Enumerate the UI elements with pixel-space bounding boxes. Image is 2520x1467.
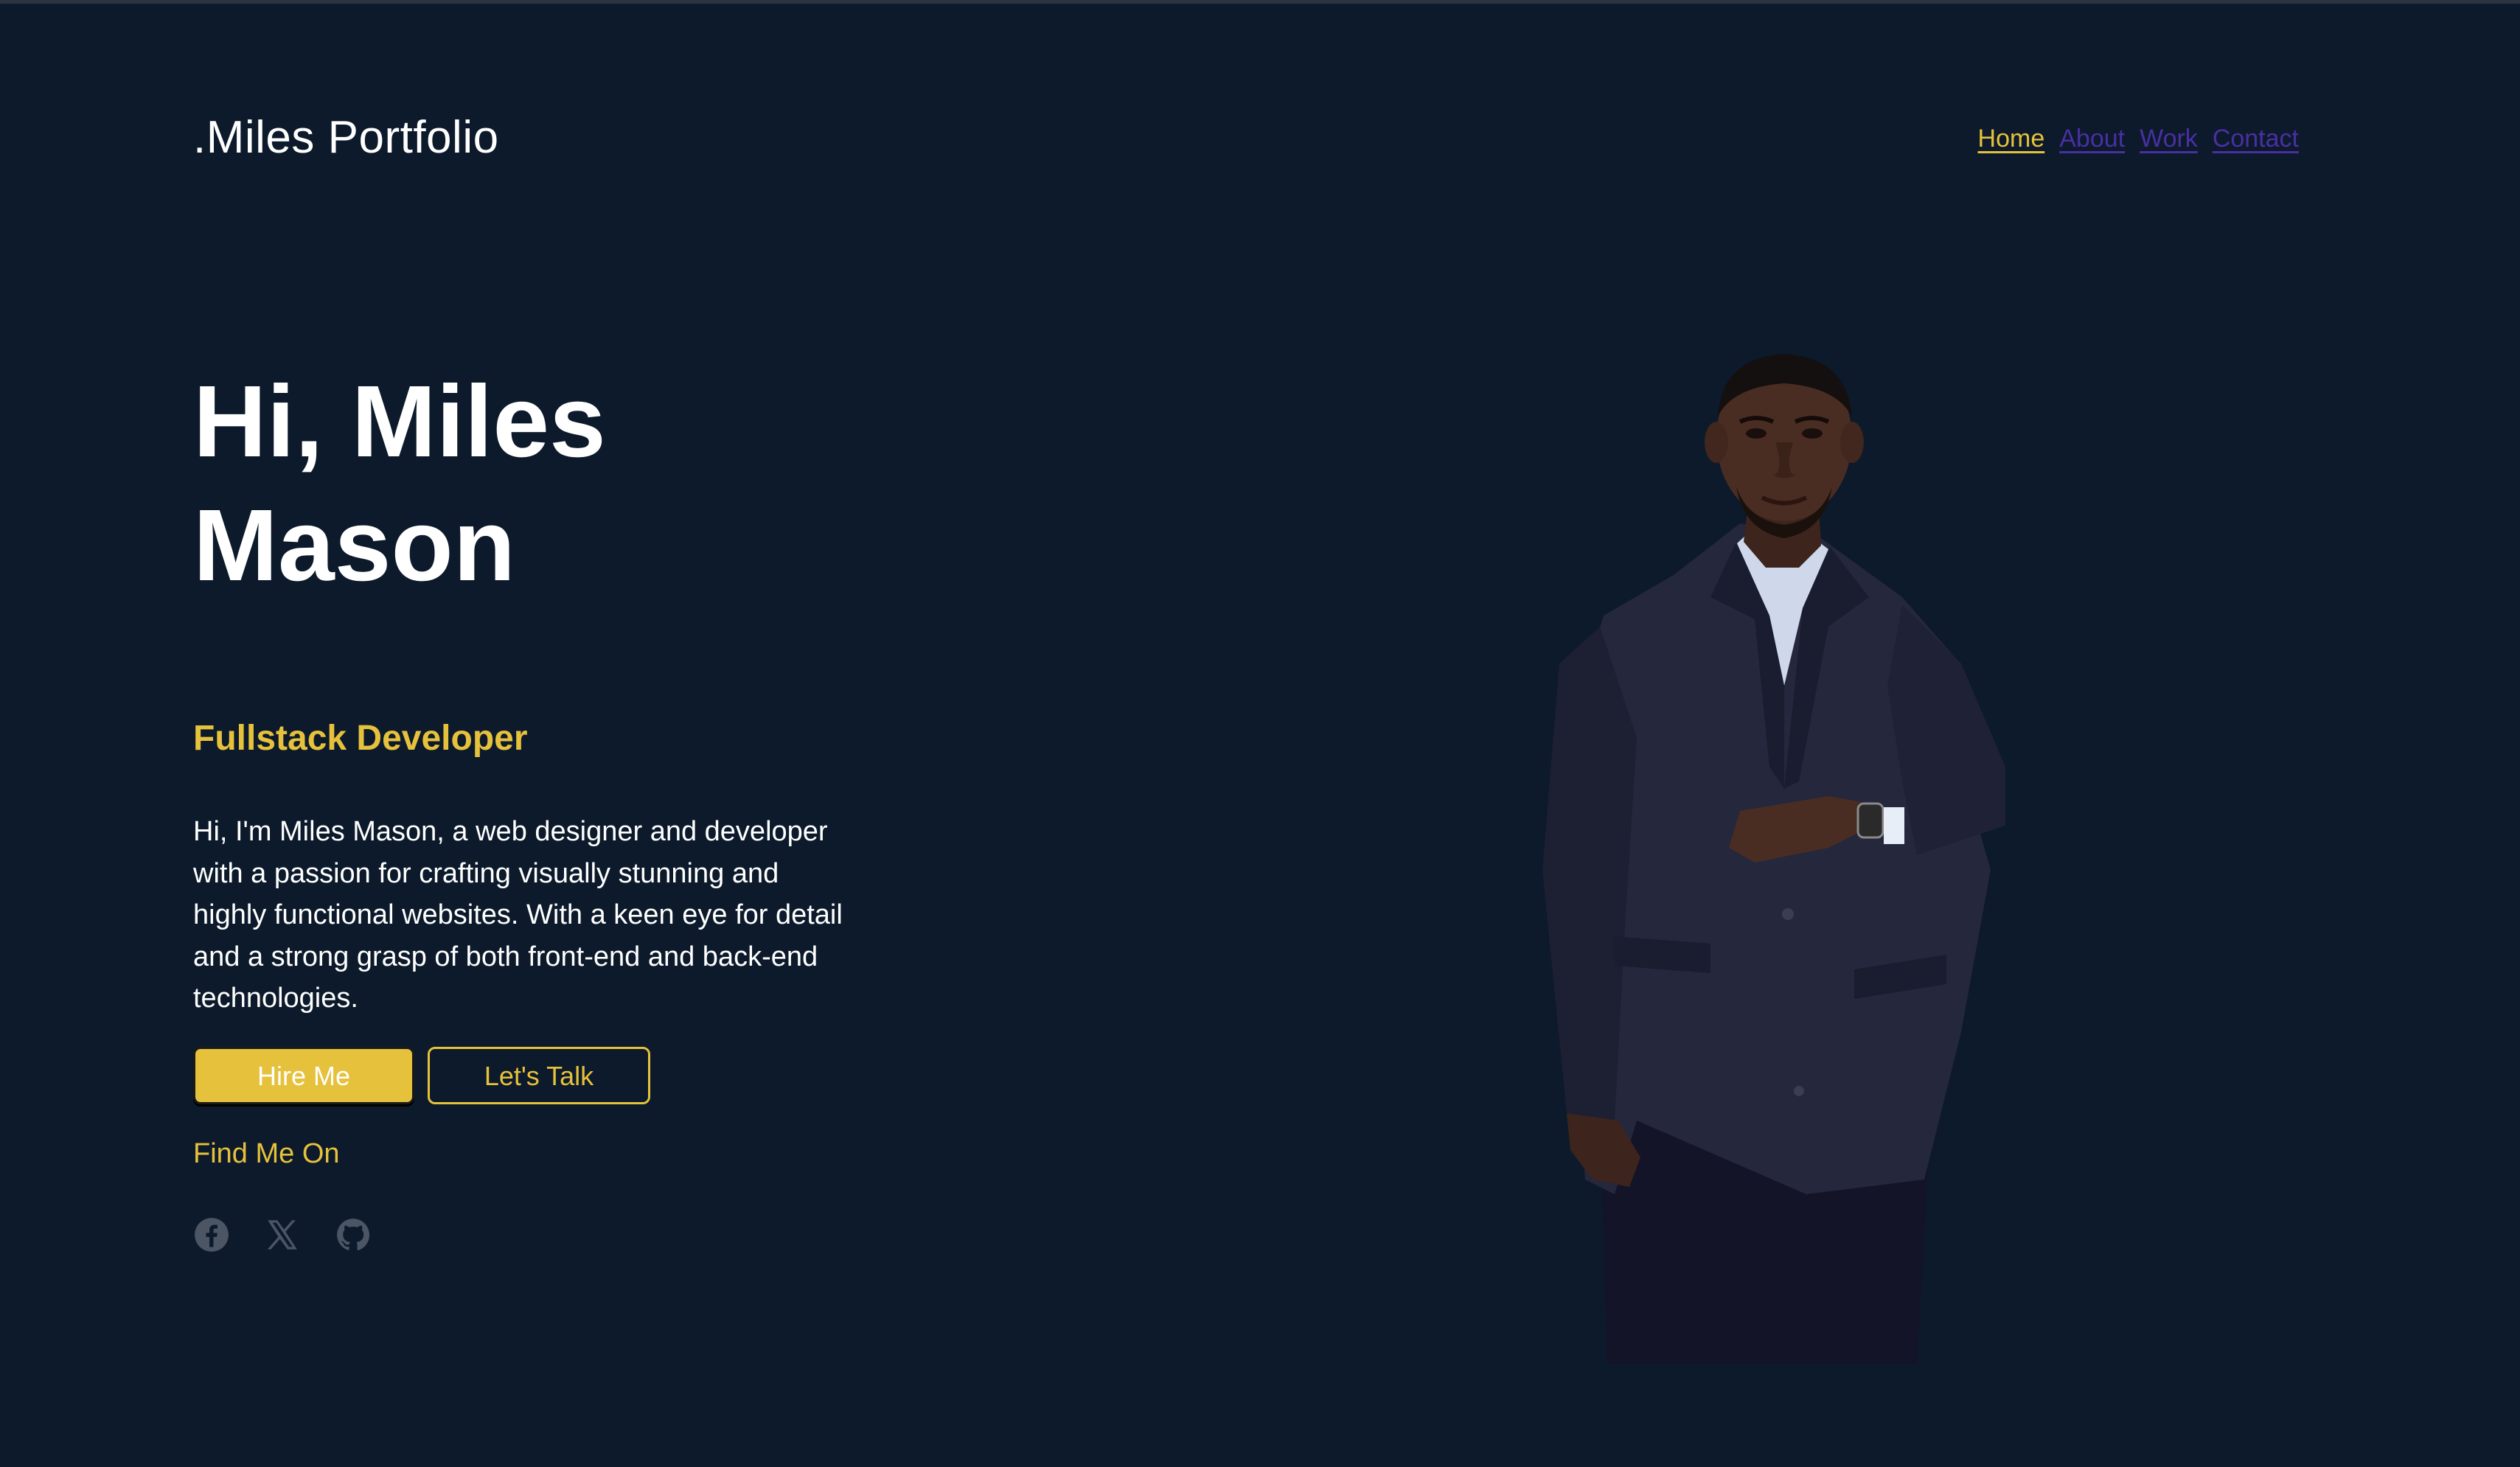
nav-about-link[interactable]: About (2059, 122, 2125, 155)
nav-contact-link[interactable]: Contact (2213, 122, 2299, 155)
facebook-icon[interactable] (193, 1216, 230, 1253)
hero-title-line-2: Mason (193, 489, 516, 602)
nav-work-link[interactable]: Work (2140, 122, 2198, 155)
intro-line: with a passion for crafting visually stu… (193, 857, 779, 889)
hire-me-button[interactable]: Hire Me (193, 1047, 414, 1104)
intro-line: technologies. (193, 983, 358, 1014)
site-brand[interactable]: .Miles Portfolio (193, 108, 499, 168)
main-nav: Home About Work Contact (1978, 122, 2299, 155)
intro-line: and a strong grasp of both front-end and… (193, 941, 818, 972)
nav-home-link[interactable]: Home (1978, 122, 2045, 155)
hero-title-line-1: Hi, Miles (193, 365, 606, 478)
intro-line: highly functional websites. With a keen … (193, 899, 843, 930)
social-links (193, 1216, 372, 1253)
role-subtitle: Fullstack Developer (193, 719, 528, 758)
intro-line: Hi, I'm Miles Mason, a web designer and … (193, 816, 828, 847)
intro-paragraph: Hi, I'm Miles Mason, a web designer and … (193, 811, 930, 1020)
find-me-label: Find Me On (193, 1138, 340, 1169)
profile-photo (1489, 354, 2197, 1364)
github-icon[interactable] (335, 1216, 372, 1253)
hero-title: Hi, Miles Mason (193, 360, 857, 607)
window-top-border (0, 0, 2520, 4)
x-icon[interactable] (264, 1216, 301, 1253)
lets-talk-button[interactable]: Let's Talk (428, 1047, 650, 1104)
